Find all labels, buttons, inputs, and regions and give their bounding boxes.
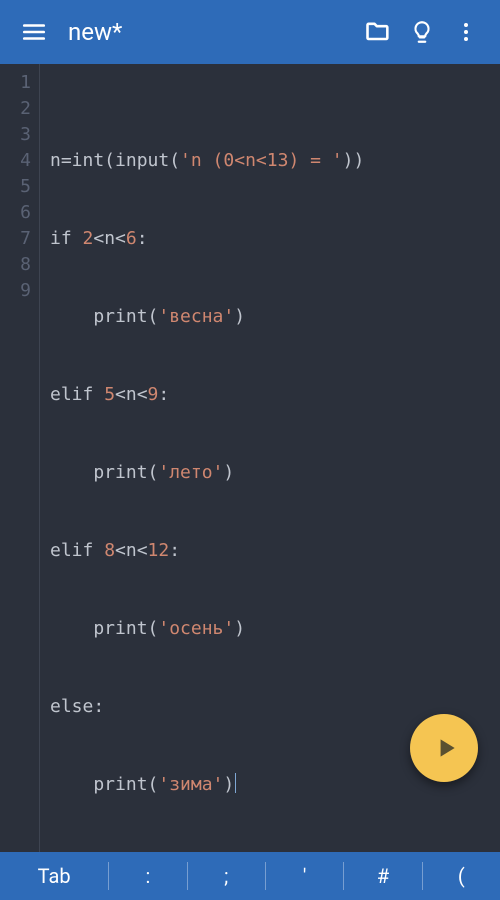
overflow-menu-button[interactable]	[444, 10, 488, 54]
line-number: 4	[0, 148, 39, 174]
line-number-gutter: 1 2 3 4 5 6 7 8 9	[0, 64, 40, 852]
code-line[interactable]: elif 5<n<9:	[50, 382, 500, 408]
lightbulb-outline-icon	[409, 19, 435, 45]
folder-outline-icon	[364, 18, 392, 46]
key-paren[interactable]: (	[423, 852, 500, 900]
key-tab[interactable]: Tab	[0, 852, 108, 900]
code-line[interactable]: n=int(input('n (0<n<13) = '))	[50, 148, 500, 174]
code-line[interactable]: print('лето')	[50, 460, 500, 486]
menu-icon	[21, 19, 47, 45]
code-line[interactable]: elif 8<n<12:	[50, 538, 500, 564]
open-folder-button[interactable]	[356, 10, 400, 54]
code-line[interactable]: print('весна')	[50, 304, 500, 330]
line-number: 8	[0, 252, 39, 278]
code-line[interactable]: print('осень')	[50, 616, 500, 642]
tips-button[interactable]	[400, 10, 444, 54]
run-button[interactable]	[410, 714, 478, 782]
shortcut-key-row: Tab : ; ' # (	[0, 852, 500, 900]
key-hash[interactable]: #	[344, 852, 421, 900]
app-bar: new*	[0, 0, 500, 64]
key-colon[interactable]: :	[109, 852, 186, 900]
line-number: 1	[0, 70, 39, 96]
code-editor[interactable]: 1 2 3 4 5 6 7 8 9 n=int(input('n (0<n<13…	[0, 64, 500, 852]
key-semicolon[interactable]: ;	[188, 852, 265, 900]
line-number: 3	[0, 122, 39, 148]
menu-button[interactable]	[12, 10, 56, 54]
document-title: new*	[68, 18, 356, 46]
line-number: 5	[0, 174, 39, 200]
key-quote[interactable]: '	[266, 852, 343, 900]
line-number: 6	[0, 200, 39, 226]
code-line[interactable]: if 2<n<6:	[50, 226, 500, 252]
line-number: 9	[0, 278, 39, 304]
play-icon	[433, 735, 459, 761]
line-number: 2	[0, 96, 39, 122]
more-vert-icon	[454, 20, 478, 44]
line-number: 7	[0, 226, 39, 252]
